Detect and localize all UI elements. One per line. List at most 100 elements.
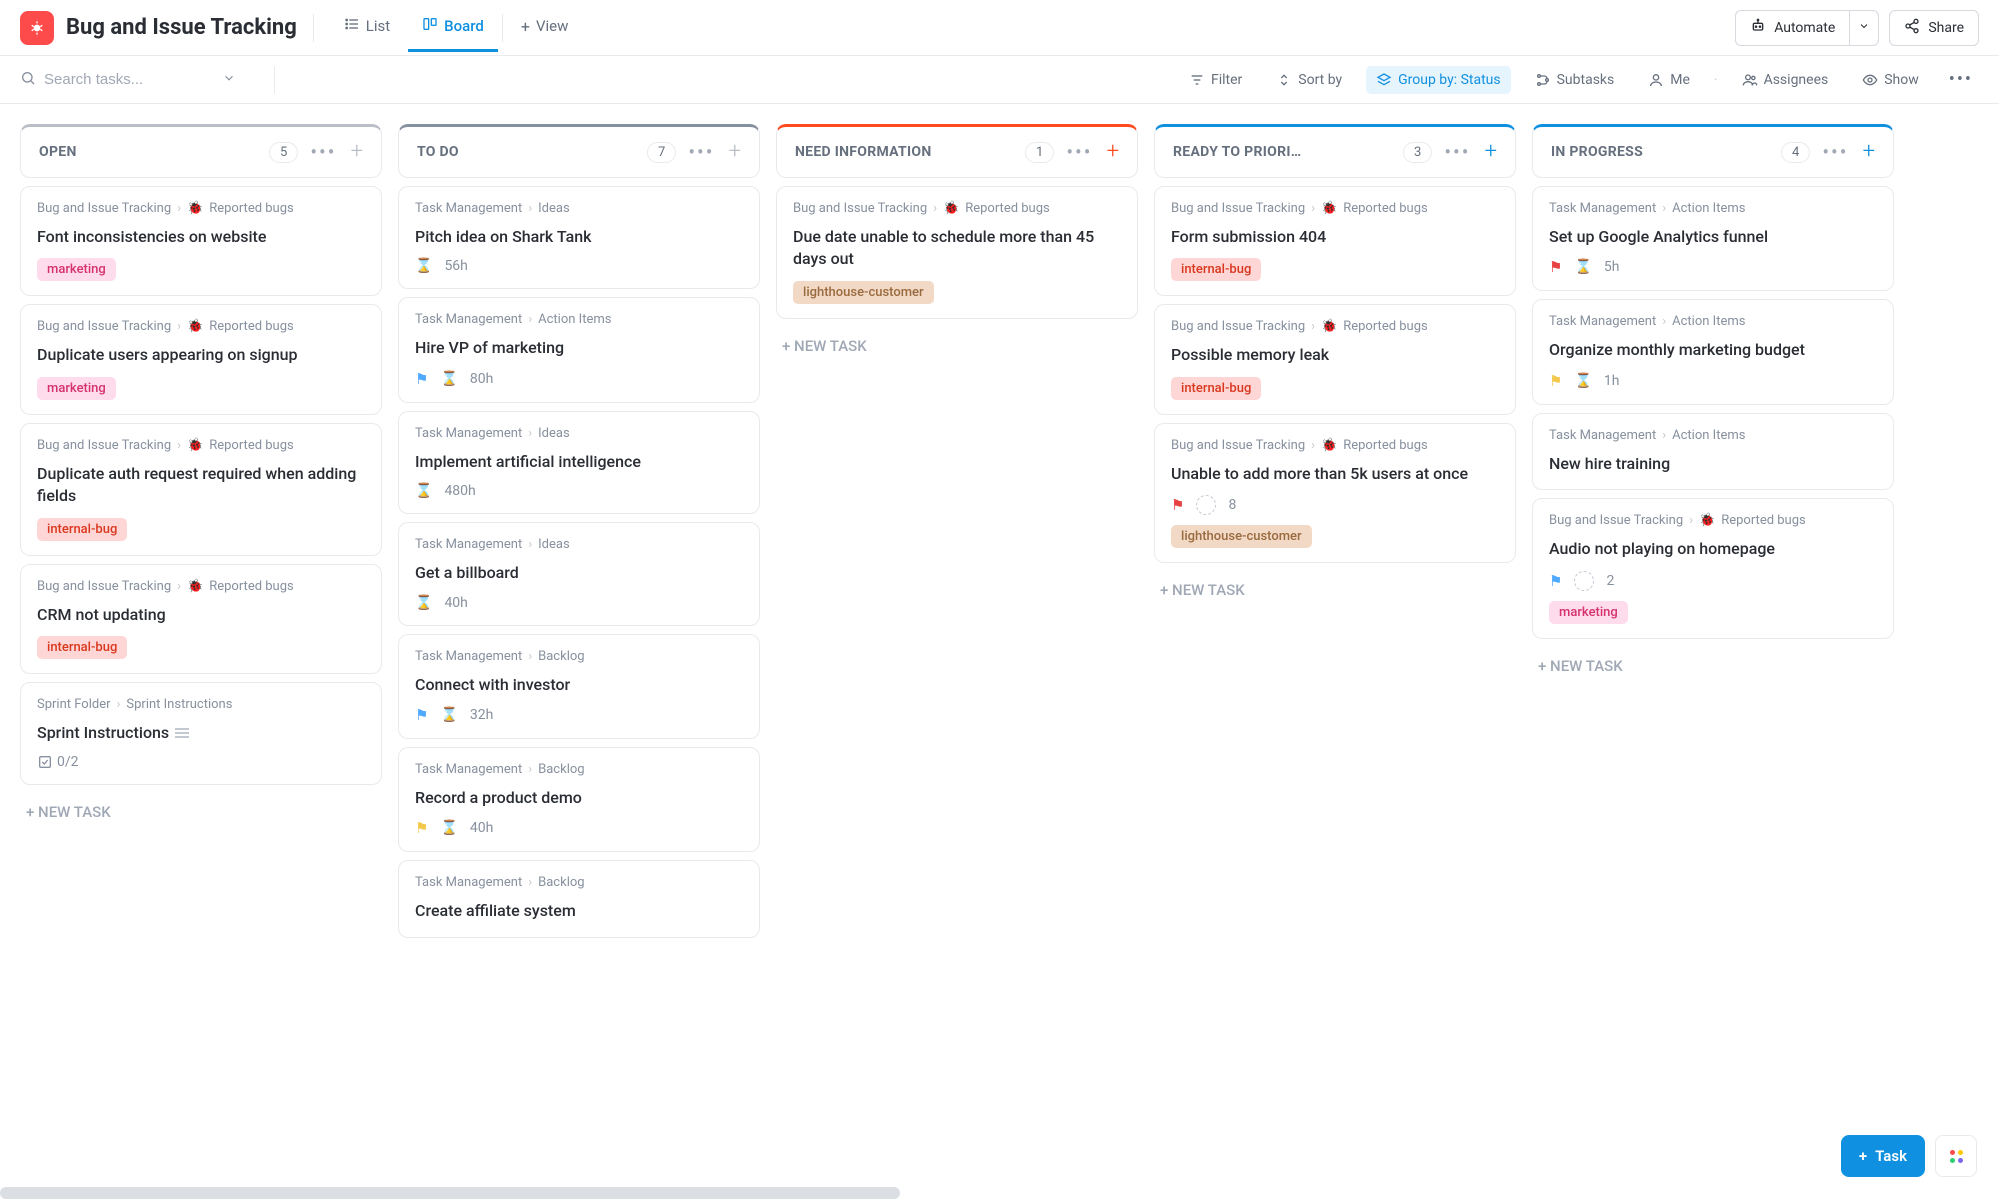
column-add[interactable]: + bbox=[1863, 141, 1875, 163]
new-task-fab[interactable]: + Task bbox=[1841, 1135, 1925, 1177]
task-card[interactable]: Bug and Issue Tracking › 🐞 Reported bugs… bbox=[20, 304, 382, 414]
search-input[interactable] bbox=[44, 71, 204, 88]
apps-icon bbox=[1950, 1150, 1963, 1163]
card-tags: internal-bug bbox=[37, 636, 365, 659]
task-card[interactable]: Task Management › Ideas Implement artifi… bbox=[398, 411, 760, 514]
tag-lighthouse-customer[interactable]: lighthouse-customer bbox=[793, 281, 934, 304]
group-by-button[interactable]: Group by: Status bbox=[1366, 66, 1510, 94]
toolbar-more[interactable]: ••• bbox=[1943, 65, 1979, 94]
column-header[interactable]: READY TO PRIORI… 3 ••• + bbox=[1154, 124, 1516, 178]
column-count: 7 bbox=[647, 142, 676, 163]
card-title: Hire VP of marketing bbox=[415, 337, 743, 359]
column-title: TO DO bbox=[417, 144, 635, 160]
subtasks-button[interactable]: Subtasks bbox=[1525, 66, 1625, 94]
crumb-folder: Bug and Issue Tracking bbox=[1549, 513, 1683, 528]
share-button[interactable]: Share bbox=[1889, 10, 1979, 46]
tag-internal-bug[interactable]: internal-bug bbox=[1171, 258, 1261, 281]
show-button[interactable]: Show bbox=[1852, 66, 1929, 94]
task-card[interactable]: Task Management › Backlog Create affilia… bbox=[398, 860, 760, 937]
task-card[interactable]: Task Management › Action Items Set up Go… bbox=[1532, 186, 1894, 291]
task-card[interactable]: Bug and Issue Tracking › 🐞 Reported bugs… bbox=[20, 186, 382, 296]
task-card[interactable]: Task Management › Action Items Hire VP o… bbox=[398, 297, 760, 402]
tab-list[interactable]: List bbox=[330, 4, 404, 52]
tag-internal-bug[interactable]: internal-bug bbox=[1171, 377, 1261, 400]
task-card[interactable]: Bug and Issue Tracking › 🐞 Reported bugs… bbox=[1154, 304, 1516, 414]
hourglass-icon: ⌛ bbox=[440, 371, 457, 387]
chevron-right-icon: › bbox=[528, 426, 532, 441]
assignees-button[interactable]: Assignees bbox=[1732, 66, 1839, 94]
tag-internal-bug[interactable]: internal-bug bbox=[37, 636, 127, 659]
column-header[interactable]: OPEN 5 ••• + bbox=[20, 124, 382, 178]
column-add[interactable]: + bbox=[351, 141, 363, 163]
new-task-button[interactable]: + NEW TASK bbox=[1532, 647, 1894, 685]
breadcrumb: Bug and Issue Tracking › 🐞 Reported bugs bbox=[37, 319, 365, 334]
task-card[interactable]: Task Management › Ideas Get a billboard⌛… bbox=[398, 522, 760, 625]
tag-marketing[interactable]: marketing bbox=[37, 377, 116, 400]
new-task-button[interactable]: + NEW TASK bbox=[776, 327, 1138, 365]
task-card[interactable]: Sprint Folder › Sprint Instructions Spri… bbox=[20, 682, 382, 785]
subtasks-label: Subtasks bbox=[1557, 72, 1615, 88]
column-body: Task Management › Ideas Pitch idea on Sh… bbox=[398, 178, 760, 938]
search-icon bbox=[20, 70, 36, 90]
me-label: Me bbox=[1670, 72, 1690, 88]
subtasks-icon bbox=[1535, 72, 1551, 88]
separator-dot: · bbox=[1714, 72, 1718, 88]
column-more[interactable]: ••• bbox=[688, 142, 714, 162]
automate-button[interactable]: Automate bbox=[1735, 10, 1849, 46]
task-card[interactable]: Bug and Issue Tracking › 🐞 Reported bugs… bbox=[20, 564, 382, 674]
column-more[interactable]: ••• bbox=[1444, 142, 1470, 162]
task-card[interactable]: Task Management › Backlog Record a produ… bbox=[398, 747, 760, 852]
crumb-list: Reported bugs bbox=[209, 319, 294, 334]
task-card[interactable]: Bug and Issue Tracking › 🐞 Reported bugs… bbox=[776, 186, 1138, 319]
unassigned-avatar-icon[interactable] bbox=[1196, 495, 1216, 515]
sort-button[interactable]: Sort by bbox=[1266, 66, 1352, 94]
tag-marketing[interactable]: marketing bbox=[1549, 601, 1628, 624]
column-add[interactable]: + bbox=[1485, 141, 1497, 163]
crumb-folder: Task Management bbox=[415, 649, 522, 664]
card-meta: ⚑⌛40h bbox=[415, 819, 743, 837]
column-more[interactable]: ••• bbox=[1066, 142, 1092, 162]
column-header[interactable]: TO DO 7 ••• + bbox=[398, 124, 760, 178]
task-card[interactable]: Task Management › Action Items Organize … bbox=[1532, 299, 1894, 404]
chevron-right-icon: › bbox=[177, 319, 181, 334]
chevron-right-icon: › bbox=[1662, 201, 1666, 216]
horizontal-scrollbar[interactable] bbox=[0, 1187, 900, 1199]
chevron-down-icon bbox=[1858, 20, 1870, 36]
new-task-button[interactable]: + NEW TASK bbox=[1154, 571, 1516, 609]
share-label: Share bbox=[1928, 20, 1964, 36]
automate-dropdown[interactable] bbox=[1849, 10, 1879, 46]
tab-add-view[interactable]: + View bbox=[507, 4, 583, 52]
filter-button[interactable]: Filter bbox=[1179, 66, 1252, 94]
tag-marketing[interactable]: marketing bbox=[37, 258, 116, 281]
new-task-button[interactable]: + NEW TASK bbox=[20, 793, 382, 831]
card-title: Pitch idea on Shark Tank bbox=[415, 226, 743, 248]
tag-lighthouse-customer[interactable]: lighthouse-customer bbox=[1171, 525, 1312, 548]
column-more[interactable]: ••• bbox=[310, 142, 336, 162]
column-header[interactable]: IN PROGRESS 4 ••• + bbox=[1532, 124, 1894, 178]
task-card[interactable]: Bug and Issue Tracking › 🐞 Reported bugs… bbox=[20, 423, 382, 556]
chevron-right-icon: › bbox=[528, 537, 532, 552]
card-time: 40h bbox=[444, 595, 467, 611]
unassigned-avatar-icon[interactable] bbox=[1574, 571, 1594, 591]
column-header[interactable]: NEED INFORMATION 1 ••• + bbox=[776, 124, 1138, 178]
chevron-right-icon: › bbox=[528, 875, 532, 890]
search-chevron[interactable] bbox=[222, 71, 236, 89]
task-card[interactable]: Bug and Issue Tracking › 🐞 Reported bugs… bbox=[1154, 186, 1516, 296]
column-more[interactable]: ••• bbox=[1822, 142, 1848, 162]
crumb-list: Backlog bbox=[538, 762, 584, 777]
chevron-right-icon: › bbox=[177, 438, 181, 453]
column-add[interactable]: + bbox=[1107, 141, 1119, 163]
task-card[interactable]: Task Management › Action Items New hire … bbox=[1532, 413, 1894, 490]
column-add[interactable]: + bbox=[729, 141, 741, 163]
task-card[interactable]: Task Management › Backlog Connect with i… bbox=[398, 634, 760, 739]
hourglass-icon: ⌛ bbox=[1574, 373, 1591, 389]
me-button[interactable]: Me bbox=[1638, 66, 1700, 94]
task-card[interactable]: Task Management › Ideas Pitch idea on Sh… bbox=[398, 186, 760, 289]
card-meta: ⚑2 bbox=[1549, 571, 1877, 591]
tab-board[interactable]: Board bbox=[408, 4, 498, 52]
apps-fab[interactable] bbox=[1935, 1135, 1977, 1177]
task-card[interactable]: Bug and Issue Tracking › 🐞 Reported bugs… bbox=[1532, 498, 1894, 638]
task-card[interactable]: Bug and Issue Tracking › 🐞 Reported bugs… bbox=[1154, 423, 1516, 563]
toolbar: Filter Sort by Group by: Status Subtasks… bbox=[0, 56, 1999, 104]
tag-internal-bug[interactable]: internal-bug bbox=[37, 518, 127, 541]
